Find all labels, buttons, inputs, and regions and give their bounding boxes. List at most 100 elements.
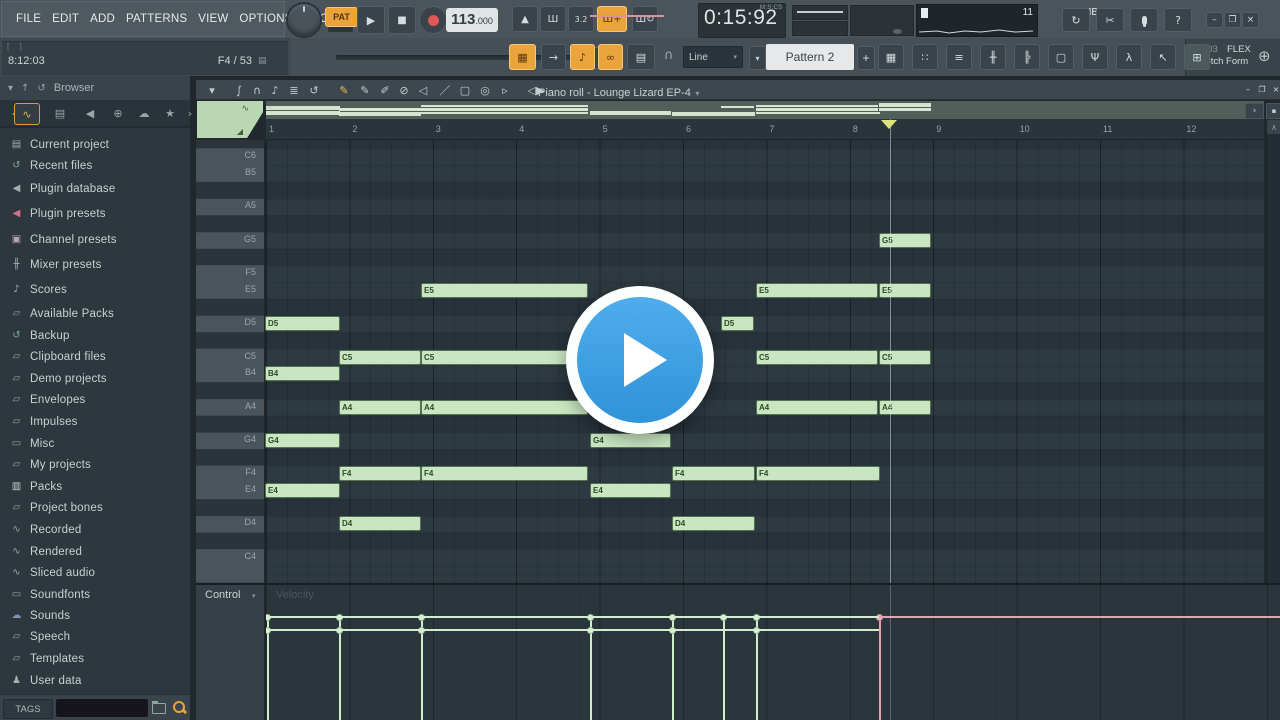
midi-note-D4[interactable]: D4	[339, 516, 421, 531]
midi-note-G4[interactable]: G4	[265, 433, 340, 448]
piano-roll-restore-button[interactable]: ❐	[1256, 84, 1268, 95]
step-edit-button[interactable]: →	[541, 44, 566, 70]
piano-key-B5[interactable]: B5	[245, 167, 256, 177]
play-button[interactable]: ▶	[357, 6, 385, 34]
pattern-mode-button[interactable]: PAT	[325, 7, 358, 27]
scroll-right-button[interactable]: ›	[1245, 103, 1264, 119]
midi-note-A4[interactable]: A4	[421, 400, 588, 415]
piano-key-D4[interactable]: D4	[244, 517, 256, 527]
menu-edit[interactable]: EDIT	[47, 9, 84, 29]
note-snap-icon[interactable]: ♪	[266, 81, 284, 99]
midi-note-E5[interactable]: E5	[879, 283, 931, 298]
piano-key-C6[interactable]: C6	[244, 150, 256, 160]
midi-note-C5[interactable]: C5	[421, 350, 588, 365]
browser-item-templates[interactable]: ▱ Templates	[10, 651, 188, 666]
scroll-up-icon[interactable]: ∧	[1267, 120, 1280, 134]
piano-key-A4[interactable]: A4	[245, 401, 256, 411]
browser-item-soundfonts[interactable]: ▭ Soundfonts	[10, 587, 188, 602]
plugin-picker-button[interactable]: ▢	[1048, 44, 1074, 70]
browser-item-packs[interactable]: ▥ Packs	[10, 479, 188, 494]
typing-keyboard-to-piano-button[interactable]: 3.2	[568, 6, 594, 32]
playback-tool-icon[interactable]: ▹	[496, 81, 514, 99]
midi-note-A4[interactable]: A4	[756, 400, 878, 415]
piano-roll-view-button[interactable]: ▦	[509, 44, 536, 70]
preview-scroll-left-icon[interactable]: ‹	[268, 103, 272, 113]
performance-mode-button[interactable]: λ	[1116, 44, 1142, 70]
piano-key-A5[interactable]: A5	[245, 200, 256, 210]
note-grid[interactable]: G5 E5 E5 E5 D5 D5 C5 C5 C5 C5 B4 A4 A4 A4 A4 G4 G4 F4 F4 F4…	[265, 140, 1264, 583]
touch-controller-button[interactable]: ↖	[1150, 44, 1176, 70]
mic-button[interactable]	[1130, 8, 1158, 32]
piano-key-G4[interactable]: G4	[244, 434, 256, 444]
midi-note-F4[interactable]: F4	[756, 466, 880, 481]
browser-item-recent-files[interactable]: ↺ Recent files	[10, 158, 188, 173]
piano-key-F4[interactable]: F4	[245, 467, 256, 477]
browser-item-current-project[interactable]: ▤ Current project	[10, 137, 188, 152]
midi-note-C5[interactable]: C5	[339, 350, 421, 365]
pattern-preview-strip[interactable]	[266, 101, 1264, 119]
refresh-icon[interactable]: ↺	[37, 83, 45, 94]
browser-item-backup[interactable]: ↺ Backup	[10, 328, 188, 343]
song-mode-switch[interactable]	[328, 27, 353, 32]
precount-button[interactable]: ▲	[512, 6, 538, 32]
browser-item-sliced-audio[interactable]: ∿ Sliced audio	[10, 565, 188, 580]
ghost-channels-button[interactable]: ∞	[598, 44, 623, 70]
midi-note-E5[interactable]: E5	[421, 283, 588, 298]
vertical-scrollbar[interactable]: ∧	[1266, 119, 1280, 583]
browser-item-scores[interactable]: ♪ Scores	[10, 282, 188, 297]
browser-item-demo-projects[interactable]: ▱ Demo projects	[10, 371, 188, 386]
wait-for-input-button[interactable]: Ш	[540, 6, 566, 32]
browser-item-plugin-presets[interactable]: ◀ Plugin presets	[10, 206, 188, 221]
pattern-caret-button[interactable]: ▾	[749, 46, 766, 70]
piano-keyboard[interactable]: C6 B5 A5 G5 F5 E5 D5 C5 B4 A4 G4 F4 E4 D4 C4	[196, 140, 266, 583]
piano-roll-minimize-button[interactable]: –	[1242, 84, 1254, 95]
folder-icon[interactable]	[152, 701, 166, 714]
midi-note-A4[interactable]: A4	[339, 400, 421, 415]
piano-key-C5[interactable]: C5	[244, 351, 256, 361]
browser-item-mixer-presets[interactable]: ╫ Mixer presets	[10, 257, 188, 272]
plugin-button[interactable]: Ψ	[1082, 44, 1108, 70]
stop-button[interactable]: ■	[388, 6, 416, 34]
loop-record-button[interactable]: Ш↻	[632, 6, 658, 32]
piano-key-B4[interactable]: B4	[245, 367, 256, 377]
up-arrow-icon[interactable]: ↑	[21, 83, 29, 94]
midi-note-A4[interactable]: A4	[879, 400, 931, 415]
delete-tool-icon[interactable]: ⊘	[395, 81, 413, 99]
midi-note-D4[interactable]: D4	[672, 516, 755, 531]
step-sequencer-button[interactable]: ∷	[912, 44, 938, 70]
paint-drum-tool-icon[interactable]: ✐	[376, 81, 394, 99]
piano-roll-close-button[interactable]: ×	[1270, 84, 1280, 95]
browser-item-impulses[interactable]: ▱ Impulses	[10, 414, 188, 429]
tab-cloud[interactable]: ☁	[132, 103, 156, 123]
close-button[interactable]: ×	[1242, 12, 1259, 28]
cut-button[interactable]: ✂	[1096, 8, 1124, 32]
shop-button[interactable]: ⊞	[1184, 44, 1210, 70]
undo-icon[interactable]: ↺	[305, 81, 323, 99]
control-selector[interactable]: Control	[205, 589, 240, 601]
midi-note-C5[interactable]: C5	[756, 350, 878, 365]
typing-keyboard-button[interactable]: ▤	[627, 44, 655, 70]
mixer-button[interactable]: ╫	[980, 44, 1006, 70]
tab-all[interactable]: ∿	[14, 103, 40, 125]
midi-note-G4[interactable]: G4	[590, 433, 671, 448]
channel-rack-button[interactable]: ≡	[946, 44, 972, 70]
main-volume-knob[interactable]	[286, 2, 322, 38]
midi-note-D5[interactable]: D5	[721, 316, 754, 331]
piano-roll-title-area[interactable]: Piano roll - Lounge Lizard EP-4 ▾	[538, 83, 699, 101]
browser-header[interactable]: ▾ ↑ ↺ Browser	[0, 76, 190, 100]
tab-plugins[interactable]: ◀	[78, 103, 102, 123]
record-button[interactable]	[419, 6, 447, 34]
tags-label[interactable]: TAGS	[3, 699, 53, 719]
options-caret-icon[interactable]: ▾	[203, 81, 221, 99]
playhead-marker[interactable]	[881, 120, 897, 129]
midi-note-F4[interactable]: F4	[672, 466, 755, 481]
snap-selector[interactable]: Line ▾	[683, 46, 743, 68]
piano-key-G5[interactable]: G5	[244, 234, 256, 244]
magnet-icon[interactable]: ∩	[248, 81, 266, 99]
tab-files[interactable]: ▤	[48, 103, 72, 123]
zoom-tool-icon[interactable]: ◎	[476, 81, 494, 99]
browser-item-speech[interactable]: ▱ Speech	[10, 629, 188, 644]
piano-key-D5[interactable]: D5	[244, 317, 256, 327]
menu-add[interactable]: ADD	[85, 9, 120, 29]
menu-patterns[interactable]: PATTERNS	[121, 9, 192, 29]
